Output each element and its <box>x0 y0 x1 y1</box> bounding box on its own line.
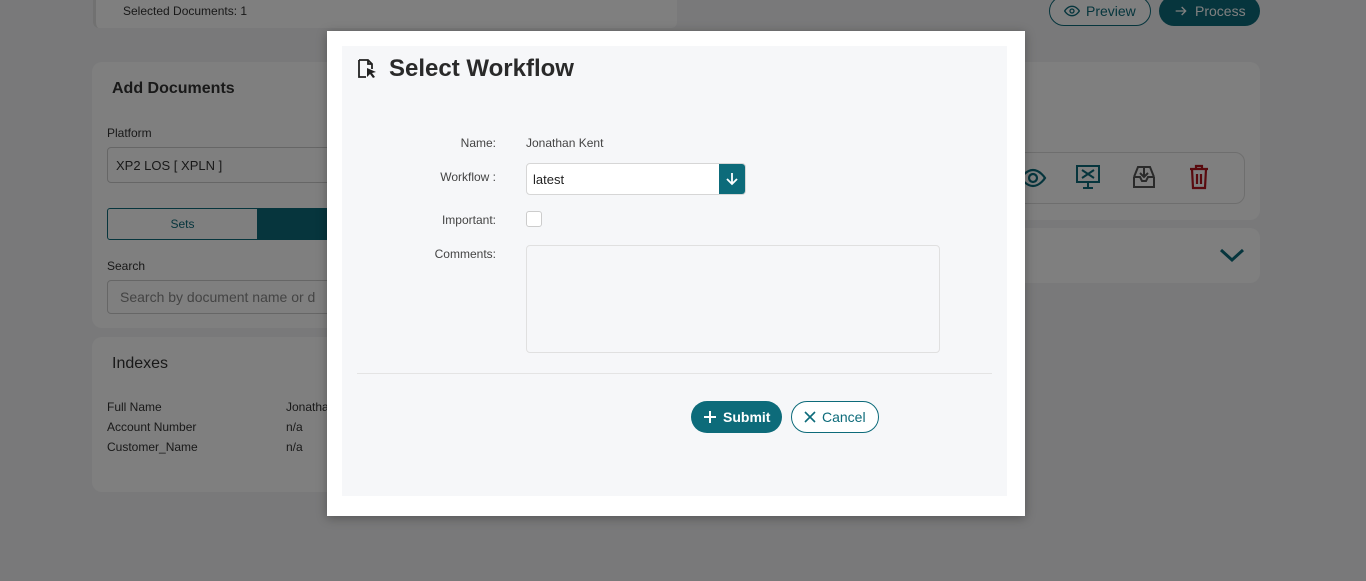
name-label: Name: <box>460 136 496 150</box>
name-value: Jonathan Kent <box>526 136 604 150</box>
comments-textarea[interactable] <box>526 245 940 353</box>
dialog-body: Select Workflow Name: Jonathan Kent Work… <box>342 46 1007 496</box>
submit-label: Submit <box>723 409 771 425</box>
dialog-divider <box>357 373 992 374</box>
important-label: Important: <box>441 213 496 227</box>
document-cursor-icon <box>358 59 376 78</box>
cancel-label: Cancel <box>822 409 866 425</box>
plus-icon <box>704 411 716 423</box>
select-workflow-dialog: Select Workflow Name: Jonathan Kent Work… <box>327 31 1025 516</box>
close-icon <box>804 411 816 423</box>
comments-label: Comments: <box>434 247 496 261</box>
workflow-dropdown-button[interactable] <box>719 164 745 194</box>
workflow-select[interactable]: latest <box>526 163 746 195</box>
dialog-title: Select Workflow <box>389 55 574 82</box>
arrow-down-icon <box>726 173 738 186</box>
workflow-value: latest <box>533 171 565 187</box>
important-checkbox[interactable] <box>526 211 542 227</box>
submit-button[interactable]: Submit <box>691 401 783 433</box>
workflow-label: Workflow : <box>440 170 496 184</box>
cancel-button[interactable]: Cancel <box>791 401 879 433</box>
